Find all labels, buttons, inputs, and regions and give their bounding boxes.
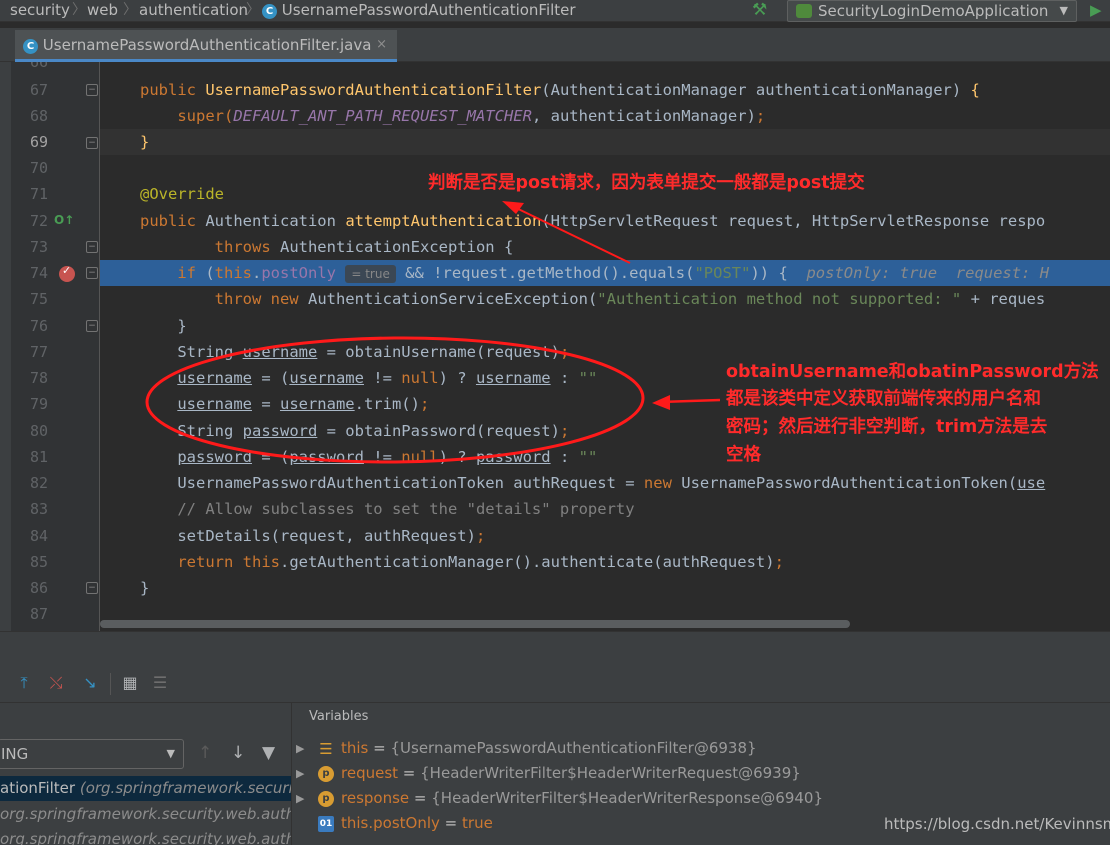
- variables-title: Variables: [309, 709, 369, 724]
- toolbar-separator: [110, 673, 111, 695]
- run-to-cursor-icon[interactable]: ↘: [80, 673, 100, 693]
- tab-label: UsernamePasswordAuthenticationFilter.jav…: [42, 36, 372, 54]
- step-out-icon[interactable]: ⤒: [14, 673, 34, 693]
- build-hammer-icon[interactable]: ⚒: [752, 0, 767, 20]
- class-icon: C: [262, 4, 277, 19]
- breadcrumb-web[interactable]: web: [87, 0, 118, 22]
- code-editor[interactable]: 66 67 68 69 70 71 72 73 74 75 76 77 78 7…: [0, 62, 1110, 631]
- chevron-down-icon: ▼: [166, 747, 175, 760]
- parameter-icon: p: [318, 791, 334, 807]
- arrow-down-icon[interactable]: ↓: [231, 743, 245, 763]
- editor-tab-strip: C UsernamePasswordAuthenticationFilter.j…: [0, 28, 1110, 62]
- chevron-down-icon: ▼: [1059, 4, 1068, 17]
- breadcrumb-class[interactable]: C UsernamePasswordAuthenticationFilter: [262, 0, 576, 22]
- frames-pane: ING ▼ ↑ ↓ ▼ ationFilter (org.springframe…: [0, 703, 292, 845]
- breadcrumb-security[interactable]: security: [10, 0, 70, 22]
- breadcrumb-separator-icon: 〉: [72, 2, 86, 18]
- breadcrumb-separator-icon: 〉: [123, 2, 137, 18]
- object-icon: ☰: [319, 740, 333, 758]
- annotation-arrowhead: [502, 201, 524, 214]
- annotation-arrow-line: [509, 204, 631, 264]
- thread-selector-label: ING: [1, 745, 29, 763]
- parameter-icon: p: [318, 766, 334, 782]
- run-configuration-dropdown[interactable]: SecurityLoginDemoApplication ▼: [787, 0, 1077, 22]
- expand-icon[interactable]: ▶: [296, 761, 304, 786]
- debug-toolbar: ⤒ ⤯ ↘ ▦ ☰: [0, 665, 1110, 703]
- class-icon: C: [23, 39, 38, 54]
- annotation-obtain-line-3: 密码；然后进行非空判断，trim方法是去: [726, 417, 1048, 437]
- annotation-obtain-line-4: 空格: [726, 445, 761, 465]
- watermark: https://blog.csdn.net/Kevinnsm: [884, 815, 1110, 833]
- thread-selector[interactable]: ING ▼: [0, 739, 184, 769]
- annotation-obtain-line-2: 都是该类中定义获取前端传来的用户名和: [726, 389, 1041, 409]
- expand-icon[interactable]: ▶: [296, 786, 304, 811]
- close-icon[interactable]: ×: [376, 30, 387, 60]
- annotation-ellipse: [145, 336, 645, 464]
- filter-icon[interactable]: ▼: [262, 743, 275, 763]
- run-icon[interactable]: ▶: [1090, 0, 1102, 20]
- frame-item[interactable]: org.springframework.security.web.authent…: [0, 802, 291, 827]
- variable-row[interactable]: ▶ p request = {HeaderWriterFilter$Header…: [292, 761, 1110, 786]
- expand-icon[interactable]: ▶: [296, 736, 304, 761]
- frame-item[interactable]: ationFilter (org.springframework.securit…: [0, 776, 291, 801]
- arrow-up-icon[interactable]: ↑: [198, 743, 212, 763]
- breadcrumb-class-label: UsernamePasswordAuthenticationFilter: [281, 1, 576, 19]
- panel-divider: [0, 631, 1110, 665]
- horizontal-scrollbar[interactable]: [100, 620, 850, 628]
- evaluate-expression-icon[interactable]: ▦: [120, 673, 140, 693]
- annotation-arrowhead: [652, 395, 670, 410]
- primitive-icon: 01: [318, 816, 334, 832]
- spring-boot-icon: [796, 4, 812, 18]
- variable-row[interactable]: ▶ ☰ this = {UsernamePasswordAuthenticati…: [292, 736, 1110, 761]
- trace-icon[interactable]: ☰: [150, 673, 170, 693]
- breadcrumb-separator-icon: 〉: [246, 2, 260, 18]
- tab-usernamepasswordauthenticationfilter[interactable]: C UsernamePasswordAuthenticationFilter.j…: [15, 30, 397, 62]
- navigation-bar: security 〉 web 〉 authentication 〉 C User…: [0, 0, 1110, 22]
- annotation-obtain-line-1: obtainUsername和obatinPassword方法: [726, 362, 1099, 382]
- breadcrumb-authentication[interactable]: authentication: [139, 0, 248, 22]
- variable-row[interactable]: ▶ p response = {HeaderWriterFilter$Heade…: [292, 786, 1110, 811]
- drop-frame-icon[interactable]: ⤯: [46, 673, 66, 693]
- annotation-post-request: 判断是否是post请求，因为表单提交一般都是post提交: [428, 173, 865, 193]
- annotation-drawing: [145, 201, 721, 464]
- run-configuration-label: SecurityLoginDemoApplication: [818, 2, 1049, 20]
- frame-item[interactable]: org.springframework.security.web.authent…: [0, 827, 291, 845]
